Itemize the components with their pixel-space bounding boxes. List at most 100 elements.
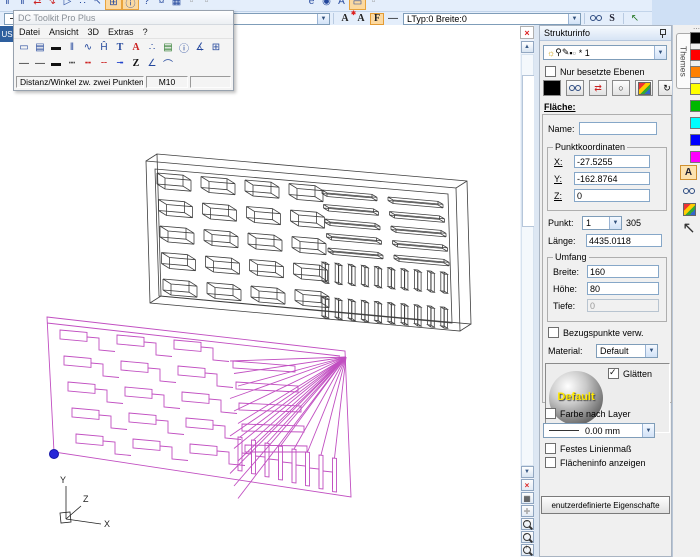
- line-dashed-red-icon[interactable]: ╍: [80, 57, 96, 71]
- x-input[interactable]: -27.5255: [574, 155, 650, 168]
- arc-icon[interactable]: ⌒: [160, 57, 176, 71]
- flaecheninfo-checkbox[interactable]: [545, 457, 556, 468]
- palette-icon[interactable]: [682, 203, 696, 216]
- swap-arrows-button[interactable]: ⇄: [589, 80, 607, 96]
- z-input[interactable]: 0: [574, 189, 650, 202]
- line-medium-icon[interactable]: —: [32, 57, 48, 71]
- circle-button[interactable]: ○: [612, 80, 630, 96]
- vertical-scrollbar[interactable]: [521, 54, 534, 466]
- box-toggle-icon[interactable]: ▭: [349, 0, 366, 10]
- font-increase-button[interactable]: A✱: [338, 13, 352, 25]
- breite-input[interactable]: 160: [587, 265, 659, 278]
- pointer-snap-icon[interactable]: ↖: [628, 13, 642, 25]
- chevron-down-icon[interactable]: ▼: [642, 424, 654, 437]
- key-icon[interactable]: ¤: [154, 0, 169, 9]
- palette-swatch[interactable]: [690, 32, 700, 44]
- a-icon[interactable]: A: [334, 0, 349, 9]
- y-input[interactable]: -162.8764: [574, 172, 650, 185]
- only-occupied-checkbox[interactable]: [545, 66, 556, 77]
- grid-icon[interactable]: ▦: [521, 492, 534, 504]
- z-icon[interactable]: Z: [128, 57, 144, 71]
- zoom-close-icon[interactable]: ×: [521, 479, 534, 491]
- custom-properties-button[interactable]: enutzerdefinierte Eigenschafte: [541, 496, 670, 514]
- menu-ansicht[interactable]: Ansicht: [49, 27, 79, 37]
- chevron-down-icon[interactable]: ▼: [568, 14, 580, 24]
- selected-point-marker[interactable]: [49, 449, 59, 459]
- pan-icon[interactable]: ✚: [521, 505, 534, 517]
- layers-icon[interactable]: ▤: [160, 41, 176, 55]
- help-cursor-icon[interactable]: ?: [139, 0, 154, 9]
- hoehe-input[interactable]: 80: [587, 282, 659, 295]
- punkt-combobox[interactable]: 1 ▼: [582, 216, 622, 230]
- points-icon[interactable]: ∴: [75, 0, 90, 9]
- angle-dimension-icon[interactable]: ∡: [192, 41, 208, 55]
- monitor-icon[interactable]: ▭: [16, 41, 32, 55]
- chevron-down-icon[interactable]: ▼: [609, 217, 621, 229]
- glasses-button[interactable]: [566, 80, 584, 96]
- menu-help[interactable]: ?: [143, 27, 148, 37]
- menu-extras[interactable]: Extras: [108, 27, 134, 37]
- palette-swatch[interactable]: [690, 49, 700, 61]
- window-titlebar[interactable]: DC Toolkit Pro Plus: [14, 11, 233, 25]
- save-icon[interactable]: ▦: [169, 0, 184, 9]
- linewidth-combobox[interactable]: 0.00 mm ▼: [543, 423, 655, 438]
- user-layer-tab[interactable]: US: [0, 26, 14, 42]
- layer-combobox[interactable]: ☼ ⚲ ✎ ▪ ▫ * 1 ▼: [543, 45, 667, 60]
- zoom-out-icon[interactable]: −: [521, 518, 534, 530]
- line-dash-blue-icon[interactable]: ╼: [112, 57, 128, 71]
- menu-datei[interactable]: Datei: [19, 27, 40, 37]
- line-dotted-icon[interactable]: ┉: [64, 57, 80, 71]
- s-button[interactable]: S: [605, 13, 619, 25]
- bezugspunkte-checkbox[interactable]: [548, 327, 559, 338]
- bold-line-icon[interactable]: ▬: [48, 41, 64, 55]
- color-swatch-button[interactable]: [543, 80, 561, 96]
- text-style-button[interactable]: A: [680, 165, 697, 180]
- dimension-icon[interactable]: Ĥ: [96, 41, 112, 55]
- line-thick-icon[interactable]: ▬: [48, 57, 64, 71]
- polyline-icon[interactable]: ∿: [80, 41, 96, 55]
- festes-linienmass-checkbox[interactable]: [545, 443, 556, 454]
- cursor-icon[interactable]: ▷: [60, 0, 75, 9]
- menu-3d[interactable]: 3D: [88, 27, 100, 37]
- page-icon[interactable]: ▤: [32, 41, 48, 55]
- panels-icon[interactable]: ⊞: [208, 41, 224, 55]
- glasses-icon[interactable]: [589, 13, 603, 25]
- panels-toggle-icon[interactable]: ⊞: [105, 0, 122, 10]
- points-icon[interactable]: ∴: [144, 41, 160, 55]
- palette-swatch[interactable]: [690, 100, 700, 112]
- palette-swatch[interactable]: [690, 151, 700, 163]
- close-drawing-button[interactable]: ×: [520, 26, 534, 39]
- dash-button[interactable]: —: [386, 13, 400, 25]
- parallel-icon[interactable]: ‖: [64, 41, 80, 55]
- font-button[interactable]: A: [354, 13, 368, 25]
- select-icon[interactable]: ↖: [90, 0, 105, 9]
- palette-swatch[interactable]: [690, 83, 700, 95]
- ltyp-combobox[interactable]: LTyp:0 Breite:0 ▼: [403, 13, 581, 25]
- scroll-down-button[interactable]: ▼: [521, 466, 534, 478]
- angle-icon[interactable]: ∠: [144, 57, 160, 71]
- laenge-input[interactable]: 4435.0118: [586, 234, 662, 247]
- flash-icon[interactable]: ↯: [45, 0, 60, 9]
- line-dashdot-red-icon[interactable]: ╌: [96, 57, 112, 71]
- pointer-icon[interactable]: ↖: [682, 221, 696, 234]
- palette-swatch[interactable]: [690, 117, 700, 129]
- palette-button[interactable]: [635, 80, 653, 96]
- text-icon[interactable]: T: [112, 41, 128, 55]
- info-icon[interactable]: ⓘ: [176, 41, 192, 55]
- chevron-down-icon[interactable]: ▼: [654, 46, 666, 59]
- e-icon[interactable]: e: [304, 0, 319, 9]
- palette-swatch[interactable]: [690, 134, 700, 146]
- zoom-window-icon[interactable]: ▫: [521, 531, 534, 543]
- disabled-icon[interactable]: ▫: [366, 0, 381, 9]
- glasses-icon[interactable]: [682, 185, 696, 198]
- eye-icon[interactable]: ◉: [319, 0, 334, 9]
- glaetten-checkbox[interactable]: [608, 368, 619, 379]
- empty-box-icon[interactable]: ▫: [184, 0, 199, 9]
- tab-themes[interactable]: Themes: [676, 33, 691, 89]
- farbe-nach-layer-checkbox[interactable]: [545, 408, 556, 419]
- line-thin-icon[interactable]: —: [16, 57, 32, 71]
- pin-icon[interactable]: [659, 29, 667, 38]
- panel-titlebar[interactable]: Strukturinfo: [540, 26, 671, 41]
- material-combobox[interactable]: Default ▼: [596, 344, 658, 358]
- swap-icon[interactable]: ⇄: [30, 0, 45, 9]
